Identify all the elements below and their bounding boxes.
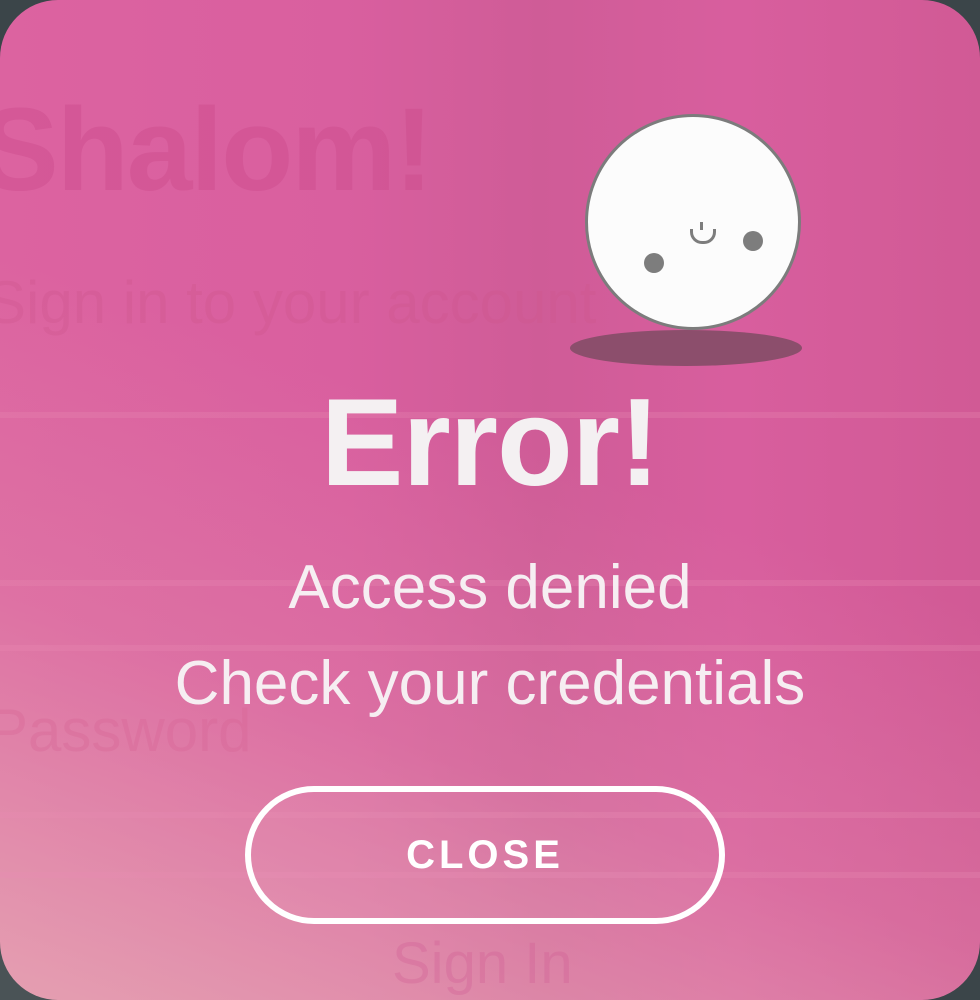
dialog-title: Error! xyxy=(320,374,661,512)
sad-ball-face-icon xyxy=(585,114,801,330)
mascot-shadow xyxy=(570,330,802,366)
mascot-mouth xyxy=(690,229,716,244)
background-subtitle: Sign in to your account xyxy=(0,269,597,336)
background-sign-in-button: Sign In xyxy=(392,931,573,996)
mascot-left-eye xyxy=(644,253,664,273)
mascot-right-eye xyxy=(743,231,763,251)
dialog-message-line-2: Check your credentials xyxy=(174,649,806,718)
background-greeting: Shalom! xyxy=(0,84,433,216)
dialog-message-line-1: Access denied xyxy=(288,553,692,622)
error-dialog: Shalom! Sign in to your account Password… xyxy=(0,0,980,1000)
close-button[interactable]: CLOSE xyxy=(245,786,725,924)
screen: Shalom! Sign in to your account Password… xyxy=(0,0,980,1000)
